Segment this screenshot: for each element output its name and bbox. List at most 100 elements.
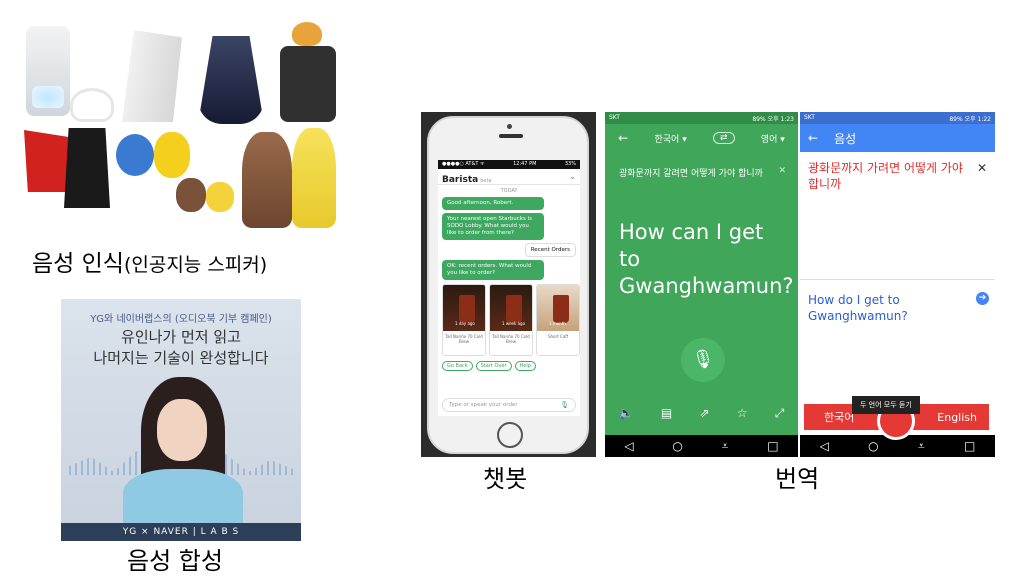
nav-back-icon[interactable]: ◁ [820,439,829,453]
caption-speech-synthesis: 음성 합성 [127,547,223,575]
copy-icon[interactable]: ▤ [661,406,672,421]
fullscreen-icon[interactable]: ⤢ [775,406,785,421]
bot-message-recent: OK: recent orders. What would you like t… [442,260,544,280]
chat-day-separator: TODAY [500,188,518,194]
status-time: 12:47 PM [513,161,537,167]
clear-icon[interactable]: ✕ [778,166,786,179]
caption-speech-recognition-sub: (인공지능 스피커) [123,254,268,276]
speaker-cylinder-white [26,26,70,116]
speaker-icon[interactable]: 🔈 [619,406,634,421]
speaker-black-stand [64,128,110,208]
home-button[interactable] [497,422,523,448]
source-text-row: 광화문까지 갈려면 어떻게 가야 합니까 ✕ [605,152,798,179]
card-caption: Short Caff [547,334,568,339]
korean-language-button[interactable]: 한국어 [824,409,854,425]
nav-recents-icon[interactable]: □ [767,439,778,453]
drink-image: 1 month [537,285,579,331]
status-bar: SKT 89% 오후 1:22 [800,112,995,124]
poster-line-1: 유인나가 먼저 읽고 [121,328,241,346]
source-text: 광화문까지 갈려면 어떻게 가야 합니까 [619,169,763,179]
caption-speech-recognition: 음성 인식(인공지능 스피커) [32,244,267,278]
drink-image: 1 week ago [490,285,532,331]
speaker-black-square [280,46,336,122]
source-language-select[interactable]: 한국어 ▾ [655,132,687,145]
nav-down-icon[interactable]: ⩡ [722,439,729,454]
card-tag: 1 week ago [502,321,526,326]
order-card[interactable]: 1 day ago Tall Nariño 70 Cold Brew [442,284,486,356]
camera-icon [507,124,512,129]
share-icon[interactable]: ⇗ [699,406,709,421]
poster-tag: YG와 네이버랩스의 (오디오북 기부 캠페인) [90,314,272,325]
go-back-button[interactable]: Go Back [442,361,473,371]
caption-translation: 번역 [775,465,820,493]
order-card[interactable]: 1 month Short Caff [536,284,580,356]
start-over-button[interactable]: Start Over [475,361,512,371]
help-button[interactable]: Help [514,361,536,371]
chat-title: Barista [442,175,479,185]
card-caption: Tall Nariño 70 Cold Brew [445,334,483,344]
result-toolbar: 🔈 ▤ ⇗ ☆ ⤢ [605,406,798,421]
speaker-navy [198,36,264,124]
nav-back-icon[interactable]: ◁ [624,439,633,453]
speaker-small-white [70,88,114,122]
conversation-title: 음성 [834,131,857,146]
poster-line-2: 나머지는 기술이 완성합니다 [93,349,269,367]
translation-result: How can I get to Gwanghwamun? [619,220,794,298]
speech-synthesis-poster: YG와 네이버랩스의 (오디오북 기부 캠페인) 유인나가 먼저 읽고 나머지는… [61,299,301,541]
speaker-character-topper [292,22,322,46]
order-cards: 1 day ago Tall Nariño 70 Cold Brew 1 wee… [442,284,580,356]
chevron-down-icon[interactable]: ⌄ [569,172,576,181]
caption-speech-recognition-main: 음성 인식 [32,251,124,277]
source-text: 광화문까지 가려면 어떻게 가야 합니까 [808,161,963,191]
nav-recents-icon[interactable]: □ [964,439,975,453]
phone-body: ●●●●○ AT&T ᯤ 12:47 PM 33% Barista beta ⌄ … [427,116,589,454]
nav-home-icon[interactable]: ○ [868,439,878,453]
star-icon[interactable]: ☆ [737,406,748,421]
status-battery: 33% [564,161,576,167]
order-input-placeholder: Type or speak your order [449,402,518,408]
status-battery-time: 89% 오후 1:23 [752,116,794,123]
chat-screen: ●●●●○ AT&T ᯤ 12:47 PM 33% Barista beta ⌄ … [438,160,580,416]
back-arrow-icon[interactable]: ← [808,131,818,145]
chat-header: Barista beta ⌄ [438,169,580,185]
status-bar: SKT 89% 오후 1:23 [605,112,798,124]
speaker-brown-small [176,178,206,212]
speaker-minion [154,132,190,178]
drink-image: 1 day ago [443,285,485,331]
nav-down-icon[interactable]: ⩡ [918,439,925,454]
person-face [157,399,207,461]
android-nav-bar: ◁ ○ ⩡ □ [605,435,798,457]
chatbot-phone: ●●●●○ AT&T ᯤ 12:47 PM 33% Barista beta ⌄ … [421,112,596,457]
person-body [123,469,243,529]
speaker-red [24,130,72,192]
listen-both-tooltip: 두 언어 모두 듣기 [852,396,920,414]
microphone-icon[interactable]: 🎙 [681,338,725,382]
order-input[interactable]: Type or speak your order 🎙 [442,398,576,412]
swap-languages-icon[interactable]: ⇄ [713,132,735,144]
source-panel: 광화문까지 가려면 어떻게 가야 합니까 ✕ [800,152,995,280]
arrow-right-icon[interactable]: ➔ [976,292,989,305]
poster-person [123,377,243,529]
conversation-header: ← 음성 [800,124,995,152]
bot-message-store: Your nearest open Starbucks is SODO Lobb… [442,213,544,240]
back-arrow-icon[interactable]: ← [618,131,628,145]
poster-footer-logo: YG × NAVER | L A B S [61,523,301,541]
smart-speakers-image [20,10,342,230]
card-tag: 1 month [549,321,566,326]
microphone-icon[interactable]: 🎙 [560,402,569,409]
status-battery-time: 89% 오후 1:22 [949,116,991,123]
nav-home-icon[interactable]: ○ [672,439,682,453]
translate-screen-green: SKT 89% 오후 1:23 ← 한국어 ▾ ⇄ 영어 ▾ 광화문까지 갈려면… [605,112,798,457]
bot-message-greeting: Good afternoon, Robert. [442,197,544,210]
close-icon[interactable]: ✕ [977,160,987,176]
language-bar: ← 한국어 ▾ ⇄ 영어 ▾ [605,124,798,152]
card-caption: Tall Nariño 70 Cold Brew [492,334,530,344]
chat-title-wrap: Barista beta [442,167,491,186]
status-carrier: SKT [609,114,620,121]
english-language-button[interactable]: English [937,411,977,424]
speaker-doraemon [116,134,154,176]
target-language-select[interactable]: 영어 ▾ [761,132,785,145]
status-carrier: SKT [804,114,815,121]
order-card[interactable]: 1 week ago Tall Nariño 70 Cold Brew [489,284,533,356]
chat-beta-badge: beta [480,178,492,184]
